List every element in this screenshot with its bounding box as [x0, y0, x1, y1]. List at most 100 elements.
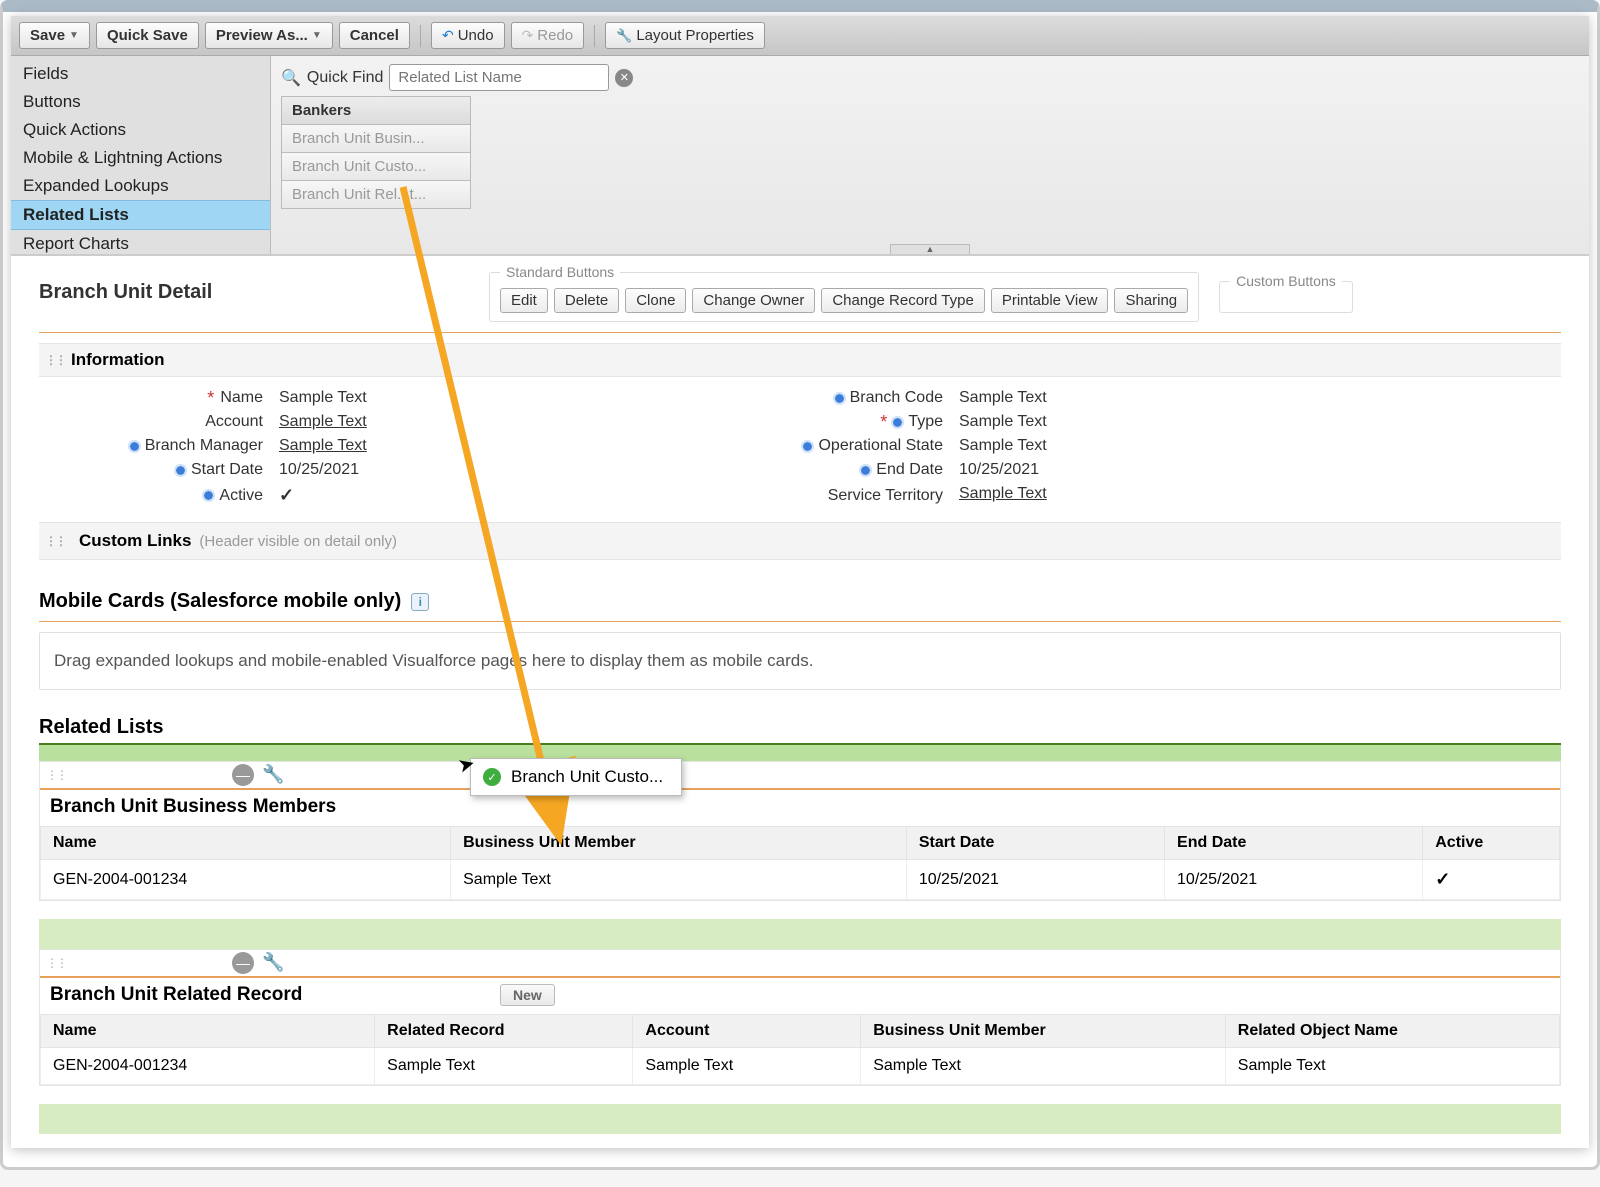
related-list-title: Branch Unit Business Members: [50, 796, 336, 818]
std-btn-change-owner[interactable]: Change Owner: [692, 288, 815, 313]
drop-spacer[interactable]: [39, 919, 1561, 949]
palette-categories: Fields Buttons Quick Actions Mobile & Li…: [11, 56, 271, 254]
quick-find-input[interactable]: [389, 64, 609, 91]
preview-as-button[interactable]: Preview As... ▼: [205, 22, 333, 49]
col-name: Name: [41, 1015, 375, 1048]
grip-icon[interactable]: ⋮⋮: [46, 956, 66, 970]
field-label: Operational State: [818, 437, 943, 455]
field-value-link[interactable]: Sample Text: [959, 485, 1047, 502]
redo-button[interactable]: ↷ Redo: [511, 22, 585, 49]
field-value-link[interactable]: Sample Text: [279, 437, 367, 454]
mobile-cards-drop-zone[interactable]: Drag expanded lookups and mobile-enabled…: [39, 632, 1561, 690]
std-btn-printable-view[interactable]: Printable View: [991, 288, 1109, 313]
std-btn-change-record-type[interactable]: Change Record Type: [821, 288, 984, 313]
grip-icon[interactable]: ⋮⋮: [46, 768, 66, 782]
rl-chip-bankers[interactable]: Bankers: [281, 96, 471, 125]
information-grid: *Name Sample Text Branch Code Sample Tex…: [39, 377, 1561, 522]
col-related-obj: Related Object Name: [1225, 1015, 1559, 1048]
undo-button[interactable]: ↶ Undo: [431, 22, 505, 49]
rl-chip-bu-related[interactable]: Branch Unit Rel...t...: [281, 180, 471, 209]
cell-end: 10/25/2021: [1165, 860, 1423, 900]
undo-label: Undo: [458, 27, 494, 44]
palette-cat-fields[interactable]: Fields: [11, 60, 270, 88]
clear-search-icon[interactable]: ✕: [615, 69, 633, 87]
caret-down-icon: ▼: [312, 30, 322, 41]
rl-chip-bu-business[interactable]: Branch Unit Busin...: [281, 124, 471, 153]
quick-save-button[interactable]: Quick Save: [96, 22, 199, 49]
section-divider: [39, 332, 1561, 333]
table-row: GEN-2004-001234 Sample Text 10/25/2021 1…: [41, 860, 1560, 900]
drop-ok-icon: ✓: [483, 768, 501, 786]
std-btn-delete[interactable]: Delete: [554, 288, 619, 313]
field-value: Sample Text: [279, 389, 599, 407]
drag-ghost: ✓ Branch Unit Custo...: [470, 758, 682, 796]
custom-buttons-legend: Custom Buttons: [1230, 273, 1342, 289]
palette-cat-report-charts[interactable]: Report Charts: [11, 230, 270, 258]
blue-dot-icon: [893, 418, 902, 427]
palette-cat-buttons[interactable]: Buttons: [11, 88, 270, 116]
blue-dot-icon: [130, 442, 139, 451]
info-icon[interactable]: i: [411, 593, 429, 611]
cell-related-record: Sample Text: [375, 1048, 633, 1085]
configure-related-list-icon[interactable]: 🔧: [262, 952, 284, 974]
drop-target-bar[interactable]: [39, 743, 1561, 761]
palette-cat-related-lists[interactable]: Related Lists: [11, 200, 270, 230]
toolbar-separator: [420, 25, 421, 47]
col-end: End Date: [1165, 827, 1423, 860]
related-list-chips: Bankers Branch Unit Busin... Branch Unit…: [281, 96, 471, 209]
col-related-record: Related Record: [375, 1015, 633, 1048]
field-label: Branch Manager: [145, 437, 263, 455]
std-btn-sharing[interactable]: Sharing: [1114, 288, 1188, 313]
cell-start: 10/25/2021: [906, 860, 1164, 900]
palette-cat-quick-actions[interactable]: Quick Actions: [11, 116, 270, 144]
configure-related-list-icon[interactable]: 🔧: [262, 764, 284, 786]
custom-links-header[interactable]: ⋮⋮ Custom Links (Header visible on detai…: [39, 522, 1561, 560]
custom-buttons-fieldset: Custom Buttons: [1219, 273, 1353, 313]
field-value-link[interactable]: Sample Text: [279, 413, 367, 430]
table-row: GEN-2004-001234 Sample Text Sample Text …: [41, 1048, 1560, 1085]
layout-properties-button[interactable]: Layout Properties: [605, 22, 765, 49]
field-value-check: ✓: [279, 485, 599, 506]
save-button[interactable]: Save ▼: [19, 22, 90, 49]
col-bum: Business Unit Member: [451, 827, 907, 860]
drag-ghost-label: Branch Unit Custo...: [511, 767, 663, 787]
field-label: Service Territory: [828, 487, 943, 505]
col-active: Active: [1423, 827, 1560, 860]
field-value: Sample Text: [959, 389, 1259, 407]
field-label: Start Date: [191, 461, 263, 479]
cell-related-obj: Sample Text: [1225, 1048, 1559, 1085]
section-divider: [39, 621, 1561, 622]
redo-label: Redo: [537, 27, 573, 44]
blue-dot-icon: [835, 394, 844, 403]
cancel-button[interactable]: Cancel: [339, 22, 410, 49]
drop-spacer[interactable]: [39, 1104, 1561, 1134]
field-label: End Date: [876, 461, 943, 479]
col-name: Name: [41, 827, 451, 860]
remove-related-list-icon[interactable]: —: [232, 764, 254, 786]
cell-active: ✓: [1423, 860, 1560, 900]
palette-cat-mobile-actions[interactable]: Mobile & Lightning Actions: [11, 144, 270, 172]
required-icon: *: [207, 393, 214, 403]
mobile-cards-title: Mobile Cards (Salesforce mobile only): [39, 590, 401, 613]
std-btn-edit[interactable]: Edit: [500, 288, 548, 313]
layout-props-label: Layout Properties: [636, 27, 754, 44]
rl-chip-bu-customer[interactable]: Branch Unit Custo...: [281, 152, 471, 181]
palette-expand-handle[interactable]: ▲: [890, 244, 970, 254]
standard-buttons-legend: Standard Buttons: [500, 264, 620, 280]
information-section-header[interactable]: ⋮⋮ Information: [39, 343, 1561, 377]
required-icon: *: [880, 417, 887, 427]
remove-related-list-icon[interactable]: —: [232, 952, 254, 974]
toolbar-separator: [594, 25, 595, 47]
quick-find-label: Quick Find: [307, 69, 383, 87]
blue-dot-icon: [803, 442, 812, 451]
caret-down-icon: ▼: [69, 30, 79, 41]
field-value: Sample Text: [959, 413, 1259, 431]
field-label: Account: [205, 413, 263, 431]
std-btn-clone[interactable]: Clone: [625, 288, 686, 313]
new-button[interactable]: New: [500, 984, 555, 1006]
redo-icon: ↷: [522, 27, 534, 44]
palette-cat-expanded-lookups[interactable]: Expanded Lookups: [11, 172, 270, 200]
related-list-business-members: ⋮⋮ — 🔧 Branch Unit Business Members Name…: [39, 761, 1561, 901]
standard-buttons-fieldset: Standard Buttons Edit Delete Clone Chang…: [489, 264, 1199, 322]
related-list-table: Name Related Record Account Business Uni…: [40, 1014, 1560, 1085]
